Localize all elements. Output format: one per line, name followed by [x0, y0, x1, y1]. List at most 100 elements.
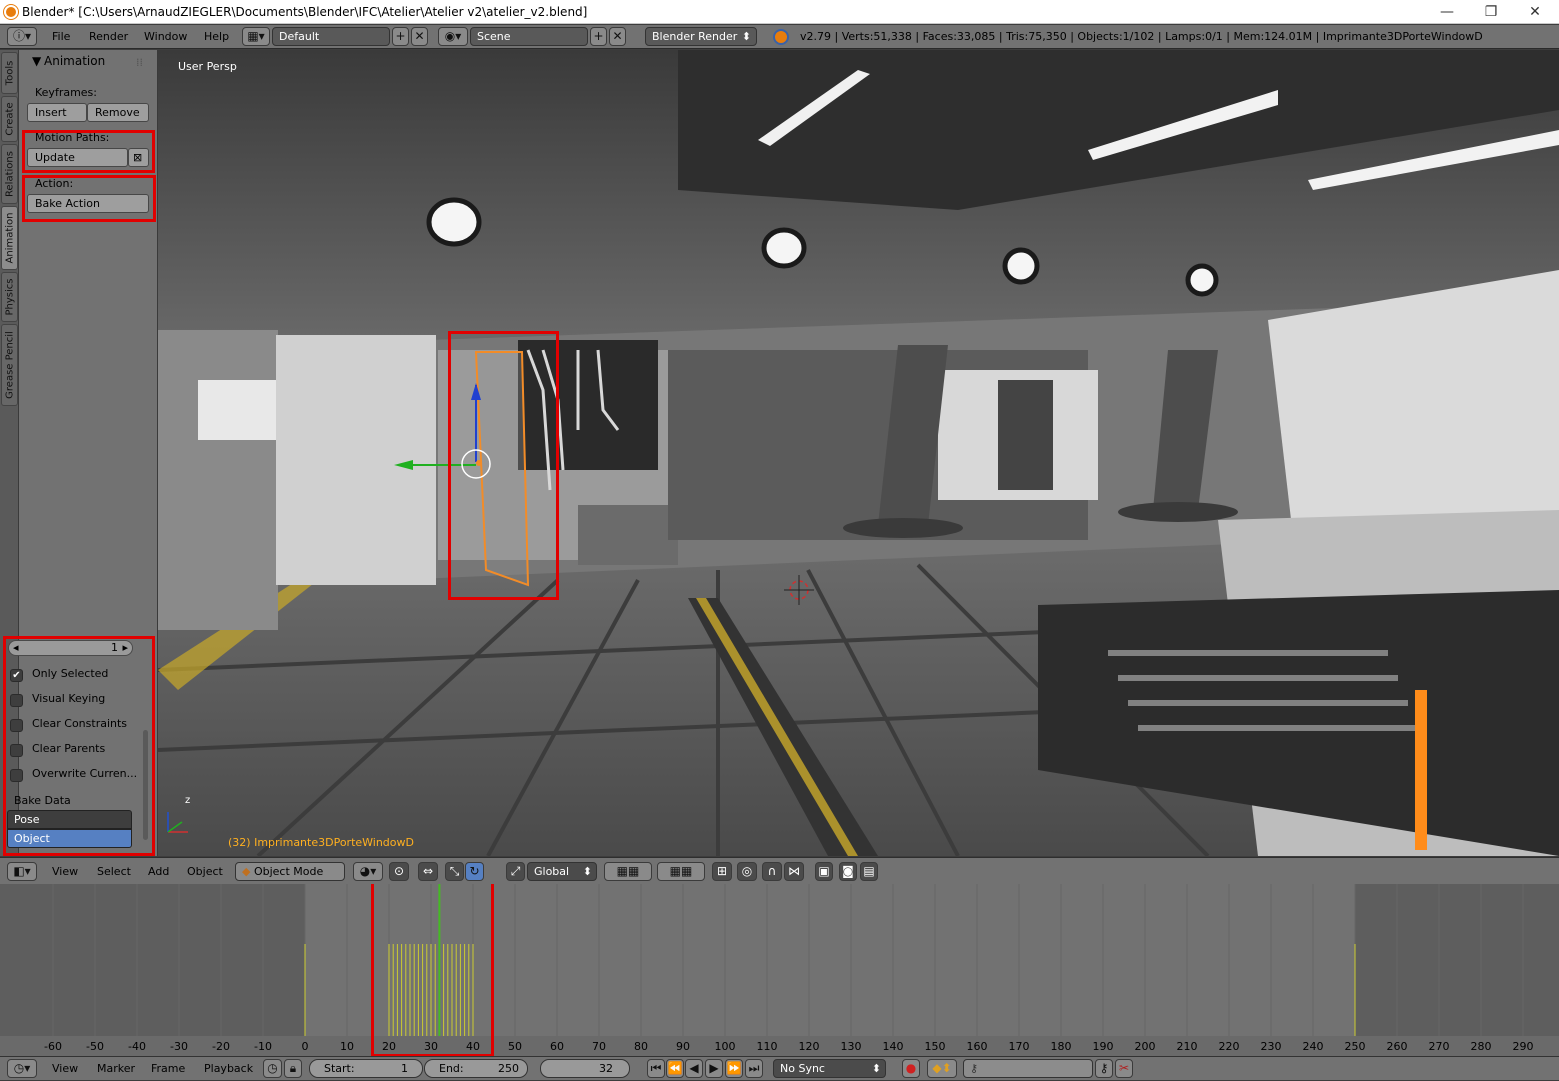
render-engine-select[interactable]: Blender Render ⬍: [645, 27, 757, 46]
menu-frame[interactable]: Frame: [151, 1057, 185, 1081]
dropdown-arrows-icon: ⬍: [582, 865, 592, 878]
panel-collapse-triangle-icon[interactable]: ▼: [32, 54, 41, 68]
menu-window[interactable]: Window: [144, 25, 187, 49]
bake-data-object-option[interactable]: Object: [7, 829, 132, 848]
snap-element-icon[interactable]: ⋈: [784, 862, 804, 881]
bake-option-checkbox[interactable]: [10, 694, 23, 707]
timeline-tick-label: 0: [302, 1040, 309, 1053]
menu-render[interactable]: Render: [89, 25, 128, 49]
blender-logo-icon: [4, 5, 18, 19]
current-frame-field[interactable]: 32: [540, 1059, 630, 1078]
jump-to-previous-keyframe-icon[interactable]: ⏪: [666, 1059, 684, 1078]
pivot-point-icon[interactable]: ⊙: [389, 862, 409, 881]
render-opengl-clapper-icon[interactable]: ▤: [860, 862, 878, 881]
auto-keying-record-icon[interactable]: ●: [902, 1059, 920, 1078]
maximize-button[interactable]: ❐: [1469, 0, 1513, 24]
bake-option-label: Overwrite Curren...: [32, 767, 138, 780]
scene-icon[interactable]: ◉▾: [438, 27, 468, 46]
tab-physics[interactable]: Physics: [1, 272, 18, 322]
menu-view[interactable]: View: [52, 860, 78, 884]
lock-layers-icon[interactable]: ⊞: [712, 862, 732, 881]
key-icon: ⚷: [970, 1062, 979, 1075]
tool-shelf-tabs: Tools Create Relations Animation Physics…: [0, 50, 19, 856]
timeline-tick-label: 230: [1261, 1040, 1282, 1053]
interaction-mode-select[interactable]: ◆ Object Mode: [235, 862, 345, 881]
timeline-tick-label: 140: [883, 1040, 904, 1053]
scene-layers-grid-2-icon[interactable]: ▦▦: [657, 862, 705, 881]
snap-target-icon[interactable]: ▣: [815, 862, 833, 881]
close-window-button[interactable]: ✕: [1513, 0, 1557, 24]
bake-option-checkbox[interactable]: [10, 769, 23, 782]
tool-shelf-scrollbar[interactable]: [143, 730, 148, 840]
active-keying-set-field[interactable]: ⚷: [963, 1059, 1093, 1078]
timeline-area[interactable]: -60 -50 -40 -30 -20 -10 0 10 20 30 40 50 60 70 80 90 100…: [0, 884, 1559, 1056]
increment-arrow-icon[interactable]: ▸: [122, 641, 128, 655]
minimize-button[interactable]: —: [1425, 0, 1469, 24]
remove-layout-x-icon[interactable]: ✕: [411, 27, 428, 46]
editor-type-info-icon[interactable]: ⓘ▾: [7, 27, 37, 46]
sync-mode-select[interactable]: No Sync ⬍: [773, 1059, 886, 1078]
keying-set-icon[interactable]: ◆⬍: [927, 1059, 957, 1078]
render-opengl-camera-icon[interactable]: ◙: [839, 862, 857, 881]
scene-field[interactable]: Scene: [470, 27, 588, 46]
play-icon[interactable]: ▶: [705, 1059, 723, 1078]
end-frame-field[interactable]: End: 250: [424, 1059, 528, 1078]
animation-panel-title[interactable]: Animation: [44, 54, 105, 68]
add-layout-plus-icon[interactable]: +: [392, 27, 409, 46]
lock-time-cursor-icon[interactable]: 🔒︎: [284, 1059, 302, 1078]
translate-manipulator-icon[interactable]: ⤡: [445, 862, 464, 881]
jump-to-start-icon[interactable]: ⏮: [647, 1059, 665, 1078]
timeline-editor[interactable]: -60 -50 -40 -30 -20 -10 0 10 20 30 40 50 60 70 80 90 100…: [0, 884, 1559, 1056]
bake-step-field[interactable]: ◂ 1 ▸: [8, 640, 133, 656]
tab-animation[interactable]: Animation: [1, 206, 18, 270]
remove-keyframe-button[interactable]: Remove: [87, 103, 149, 122]
insert-keyframe-button[interactable]: Insert: [27, 103, 87, 122]
jump-to-next-keyframe-icon[interactable]: ⏩: [725, 1059, 743, 1078]
preview-range-clock-icon[interactable]: ◷: [263, 1059, 282, 1078]
screen-layout-field[interactable]: Default: [272, 27, 390, 46]
scene-statistics: v2.79 | Verts:51,338 | Faces:33,085 | Tr…: [800, 30, 1483, 43]
menu-add[interactable]: Add: [148, 860, 169, 884]
menu-file[interactable]: File: [52, 25, 70, 49]
editor-type-timeline-icon[interactable]: ◷▾: [7, 1059, 37, 1078]
bake-option-checkbox[interactable]: [10, 719, 23, 732]
menu-help[interactable]: Help: [204, 25, 229, 49]
viewport-shading-icon[interactable]: ◕▾: [353, 862, 383, 881]
tab-create[interactable]: Create: [1, 96, 18, 142]
editor-type-3d-view-icon[interactable]: ◧▾: [7, 862, 37, 881]
clear-motion-paths-x-icon[interactable]: ⊠: [128, 148, 149, 167]
delete-keyframe-key-icon[interactable]: ✂: [1115, 1059, 1133, 1078]
menu-marker[interactable]: Marker: [97, 1057, 135, 1081]
bake-data-pose-option[interactable]: Pose: [7, 810, 132, 829]
remove-scene-x-icon[interactable]: ✕: [609, 27, 626, 46]
menu-object[interactable]: Object: [187, 860, 223, 884]
timeline-tick-label: 60: [550, 1040, 564, 1053]
jump-to-end-icon[interactable]: ⏭: [745, 1059, 763, 1078]
tab-tools[interactable]: Tools: [1, 52, 18, 94]
menu-timeline-view[interactable]: View: [52, 1057, 78, 1081]
snap-toggle-icon[interactable]: ∩: [762, 862, 782, 881]
bake-option-checkbox[interactable]: ✔: [10, 669, 23, 682]
proportional-editing-icon[interactable]: ◎: [737, 862, 757, 881]
bake-option-checkbox[interactable]: [10, 744, 23, 757]
add-scene-plus-icon[interactable]: +: [590, 27, 607, 46]
timeline-tick-label: 30: [424, 1040, 438, 1053]
screen-layout-grid-icon[interactable]: ▦▾: [242, 27, 270, 46]
decrement-arrow-icon[interactable]: ◂: [13, 641, 19, 655]
scale-manipulator-icon[interactable]: ⤢: [506, 862, 525, 881]
menu-playback[interactable]: Playback: [204, 1057, 253, 1081]
transform-orientation-select[interactable]: Global ⬍: [527, 862, 597, 881]
start-frame-field[interactable]: Start: 1: [309, 1059, 423, 1078]
drag-grip-icon[interactable]: ⁞⁞: [136, 56, 143, 69]
update-motion-paths-button[interactable]: Update: [27, 148, 128, 167]
rotate-manipulator-icon[interactable]: ↻: [465, 862, 484, 881]
3d-viewport[interactable]: User Persp z (32) Imprimante3DPorteWindo…: [158, 50, 1559, 856]
tab-relations[interactable]: Relations: [1, 144, 18, 204]
menu-select[interactable]: Select: [97, 860, 131, 884]
play-reverse-icon[interactable]: ◀: [685, 1059, 703, 1078]
scene-layers-grid-icon[interactable]: ▦▦: [604, 862, 652, 881]
bake-action-button[interactable]: Bake Action: [27, 194, 149, 213]
tab-grease-pencil[interactable]: Grease Pencil: [1, 324, 18, 406]
insert-keyframe-key-icon[interactable]: ⚷: [1095, 1059, 1113, 1078]
manipulator-toggle-icon[interactable]: ⇔: [418, 862, 438, 881]
